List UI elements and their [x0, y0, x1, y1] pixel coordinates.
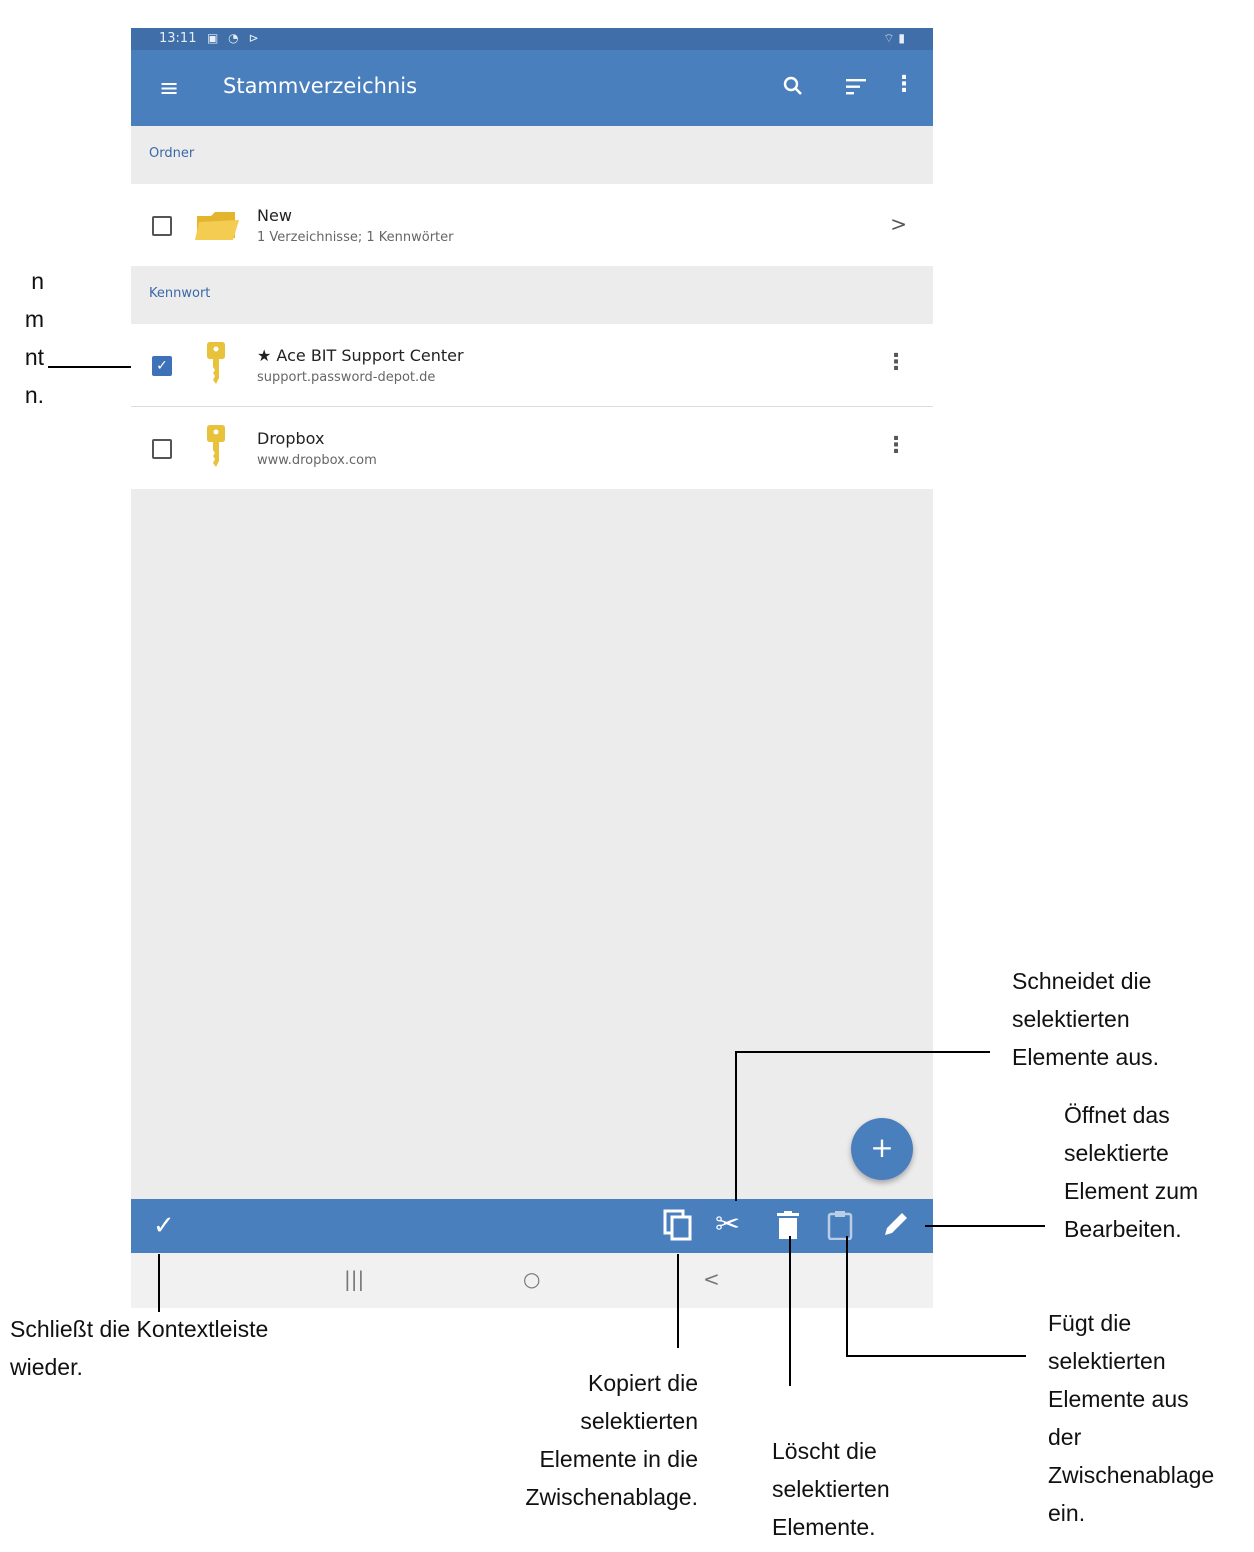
item-checkbox-checked[interactable]: ✓ — [152, 356, 172, 376]
pointer-line — [158, 1254, 160, 1312]
annotation-line: nt — [24, 344, 44, 370]
system-nav-bar: ||| ○ < — [131, 1253, 933, 1308]
annotation-delete: Löscht die selektierten Elemente. — [772, 1432, 890, 1546]
pointer-line — [48, 366, 136, 368]
status-bar: 13:11 ▣ ◔ ⊳ ⌔ ▮ — [131, 28, 933, 50]
add-button[interactable]: + — [851, 1118, 913, 1180]
edit-icon[interactable] — [881, 1209, 911, 1246]
sort-icon[interactable] — [845, 72, 867, 104]
annotation-line: Bearbeiten. — [1064, 1216, 1182, 1242]
item-more-icon[interactable]: ⋮ — [885, 350, 907, 375]
annotation-line: Elemente aus — [1048, 1386, 1189, 1412]
annotation-line: Zwischenablage — [1048, 1462, 1215, 1488]
item-subtitle: www.dropbox.com — [257, 453, 377, 468]
item-checkbox[interactable] — [152, 216, 172, 236]
notification-icons: ▣ ◔ ⊳ — [207, 31, 262, 45]
annotation-line: Zwischenablage. — [525, 1484, 698, 1510]
annotation-line: Öffnet das — [1064, 1102, 1170, 1128]
pointer-line — [846, 1355, 1026, 1357]
list-item-entry[interactable]: ✓ ★ Ace BIT Support Center support.passw… — [131, 324, 933, 406]
app-bar: ≡ Stammverzeichnis ⋮ — [131, 50, 933, 126]
cut-icon[interactable]: ✂ — [715, 1207, 740, 1242]
phone-screen: 13:11 ▣ ◔ ⊳ ⌔ ▮ ≡ Stammverzeichnis ⋮ Ord… — [131, 28, 933, 1308]
item-subtitle: support.password-depot.de — [257, 370, 436, 385]
section-passwords: Kennwort — [131, 266, 933, 324]
close-context-check-icon[interactable]: ✓ — [153, 1211, 175, 1241]
back-button[interactable]: < — [703, 1267, 720, 1291]
annotation-line: Elemente in die — [539, 1446, 698, 1472]
annotation-line: Löscht die — [772, 1438, 877, 1464]
annotation-line: n — [31, 268, 44, 294]
pointer-line — [846, 1236, 848, 1356]
pointer-line — [677, 1254, 679, 1348]
key-icon — [207, 342, 225, 384]
home-button[interactable]: ○ — [523, 1267, 540, 1291]
list-item-entry[interactable]: Dropbox www.dropbox.com ⋮ — [131, 407, 933, 489]
pointer-line — [925, 1225, 1045, 1227]
page-title: Stammverzeichnis — [223, 74, 418, 98]
annotation-line: Schneidet die — [1012, 968, 1152, 994]
annotation-line: Kopiert die — [588, 1370, 698, 1396]
annotation-line: ein. — [1048, 1500, 1086, 1526]
section-label: Ordner — [149, 146, 195, 161]
delete-icon[interactable] — [777, 1211, 799, 1246]
annotation-line: Fügt die — [1048, 1310, 1132, 1336]
battery-icon: ⌔ ▮ — [883, 31, 905, 45]
annotation-checkbox: n m nt n. — [22, 262, 44, 414]
annotation-paste: Fügt die selektierten Elemente aus der Z… — [1048, 1304, 1214, 1532]
recent-apps-button[interactable]: ||| — [344, 1267, 364, 1291]
list-item-folder[interactable]: New 1 Verzeichnisse; 1 Kennwörter > — [131, 184, 933, 266]
annotation-line: der — [1048, 1424, 1082, 1450]
item-title: ★ Ace BIT Support Center — [257, 346, 464, 365]
item-title: New — [257, 206, 292, 225]
annotation-line: Elemente aus. — [1012, 1044, 1160, 1070]
annotation-close: Schließt die Kontextleiste wieder. — [10, 1310, 268, 1386]
copy-icon[interactable] — [663, 1209, 693, 1248]
annotation-line: Element zum — [1064, 1178, 1199, 1204]
section-label: Kennwort — [149, 286, 211, 301]
search-icon[interactable] — [783, 72, 803, 104]
pointer-line — [789, 1236, 791, 1386]
annotation-line: n. — [24, 382, 44, 408]
item-title: Dropbox — [257, 429, 325, 448]
section-folders: Ordner — [131, 126, 933, 184]
annotation-copy: Kopiert die selektierten Elemente in die… — [460, 1364, 698, 1516]
item-more-icon[interactable]: ⋮ — [885, 433, 907, 458]
context-bar: ✓ ✂ — [131, 1199, 933, 1253]
annotation-edit: Öffnet das selektierte Element zum Bearb… — [1064, 1096, 1198, 1248]
annotation-line: selektierten — [1048, 1348, 1166, 1374]
menu-icon[interactable]: ≡ — [159, 74, 179, 102]
status-time: 13:11 — [159, 31, 197, 46]
pointer-line — [735, 1051, 990, 1053]
annotation-line: m — [24, 306, 44, 332]
more-options-icon[interactable]: ⋮ — [893, 72, 915, 97]
annotation-line: Schließt die Kontextleiste — [10, 1316, 269, 1342]
key-icon — [207, 425, 225, 467]
pointer-line — [735, 1051, 737, 1201]
paste-icon[interactable] — [827, 1210, 853, 1247]
annotation-line: Elemente. — [772, 1514, 876, 1540]
chevron-right-icon[interactable]: > — [890, 212, 907, 236]
folder-icon — [195, 212, 239, 240]
annotation-line: selektierten — [772, 1476, 890, 1502]
item-subtitle: 1 Verzeichnisse; 1 Kennwörter — [257, 230, 454, 245]
annotation-line: selektierte — [1064, 1140, 1169, 1166]
annotation-line: selektierten — [1012, 1006, 1130, 1032]
annotation-line: wieder. — [10, 1354, 83, 1380]
annotation-cut: Schneidet die selektierten Elemente aus. — [1012, 962, 1159, 1076]
annotation-line: selektierten — [580, 1408, 698, 1434]
item-checkbox[interactable] — [152, 439, 172, 459]
